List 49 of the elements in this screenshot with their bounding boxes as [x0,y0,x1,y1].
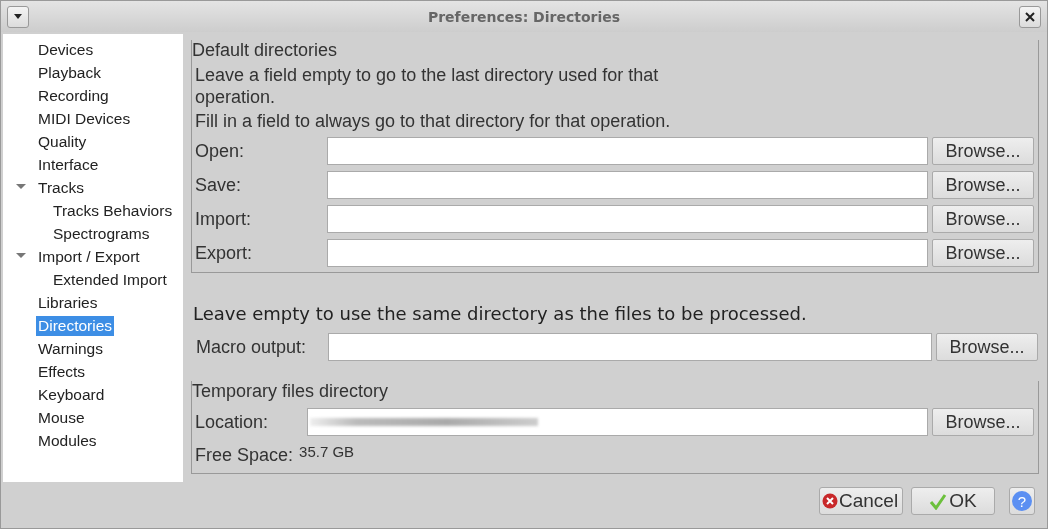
field-label: Macro output: [196,336,308,358]
ok-button[interactable]: OK [911,487,995,515]
sidebar-item[interactable]: Tracks [36,177,86,198]
checkmark-icon [929,492,948,510]
browse-button[interactable]: Browse... [932,408,1034,436]
instruction-text: Leave empty to use the same directory as the files to be processed. [193,303,808,325]
sidebar-item[interactable]: MIDI Devices [36,108,133,129]
sidebar-item[interactable]: Devices [36,39,96,60]
text-field[interactable] [327,239,928,267]
text-field[interactable] [327,171,928,199]
close-button[interactable] [1019,5,1041,28]
window-menu-button[interactable] [7,5,29,28]
sidebar-item[interactable]: Mouse [36,407,87,428]
text-field[interactable] [327,205,928,233]
window-title: Preferences: Directories [427,8,621,25]
text-field[interactable] [307,408,928,436]
cancel-button[interactable]: Cancel [819,487,903,515]
free-space-value: 35.7 GB [299,443,355,460]
sidebar-item[interactable]: Quality [36,131,89,152]
sidebar-item[interactable]: Tracks Behaviors [51,200,175,221]
sidebar-item[interactable]: Spectrograms [51,223,152,244]
field-label: Open: [195,140,246,162]
field-label: Location: [195,411,270,433]
browse-button[interactable]: Browse... [932,137,1034,165]
field-label: Save: [195,174,243,196]
text-field[interactable] [328,333,932,361]
instruction-text: Fill in a field to always go to that directory for that operation. [195,110,672,132]
sidebar-item[interactable]: Effects [36,361,88,382]
field-label: Export: [195,242,254,264]
sidebar-item[interactable]: Interface [36,154,101,175]
sidebar-item[interactable]: Modules [36,430,99,451]
sidebar-item[interactable]: Extended Import [51,269,169,290]
browse-button[interactable]: Browse... [932,171,1034,199]
cancel-icon [822,493,838,509]
sidebar-item[interactable]: Keyboard [36,384,107,405]
browse-button[interactable]: Browse... [936,333,1038,361]
sidebar-item[interactable]: Recording [36,85,111,106]
caret-icon [13,13,23,20]
field-label: Import: [195,208,252,230]
sidebar-item[interactable]: Warnings [36,338,105,359]
browse-button[interactable]: Browse... [932,239,1034,267]
text-field[interactable] [327,137,928,165]
field-label: Free Space: [195,445,294,466]
instruction-text: Leave a field empty to go to the last directory used for that operation. [195,64,660,108]
close-icon [1025,11,1035,22]
sidebar-item[interactable]: Libraries [36,292,100,313]
sidebar-item[interactable]: Playback [36,62,103,83]
browse-button[interactable]: Browse... [932,205,1034,233]
sidebar-item[interactable]: Import / Export [36,246,142,267]
